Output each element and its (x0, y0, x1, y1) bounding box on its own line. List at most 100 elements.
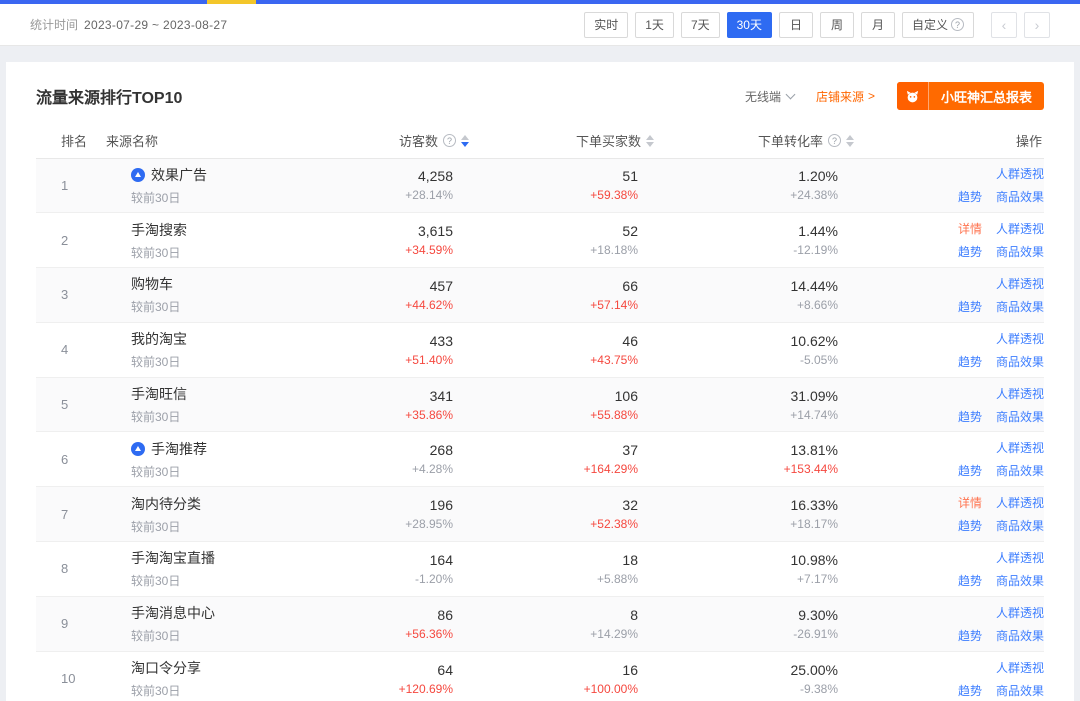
visitors-change: +44.62% (289, 298, 453, 312)
range-button-month[interactable]: 月 (861, 12, 895, 38)
visitors-value: 268 (289, 442, 453, 458)
product-effect-link[interactable]: 商品效果 (996, 243, 1044, 260)
sort-visitors[interactable] (461, 135, 469, 147)
product-effect-link[interactable]: 商品效果 (996, 462, 1044, 479)
chevron-right-icon: › (1035, 17, 1040, 33)
crowd-insight-link[interactable]: 人群透视 (996, 494, 1044, 511)
product-effect-link[interactable]: 商品效果 (996, 682, 1044, 699)
crowd-insight-link[interactable]: 人群透视 (996, 659, 1044, 676)
trend-link[interactable]: 趋势 (958, 408, 982, 425)
shop-source-link[interactable]: 店铺来源 > (816, 88, 875, 105)
buyers-value: 51 (469, 168, 638, 184)
conversion-change: +8.66% (654, 298, 838, 312)
help-icon[interactable]: ? (828, 134, 841, 147)
conversion-value: 9.30% (654, 607, 838, 623)
range-button-week[interactable]: 周 (820, 12, 854, 38)
buyers-cell: 16 +100.00% (469, 651, 654, 701)
next-date-button[interactable]: › (1024, 12, 1050, 38)
buyers-value: 8 (469, 607, 638, 623)
visitors-value: 64 (289, 662, 453, 678)
compare-label: 较前30日 (106, 682, 289, 699)
conversion-change: +7.17% (654, 572, 838, 586)
help-icon[interactable]: ? (951, 18, 964, 31)
crowd-insight-link[interactable]: 人群透视 (996, 439, 1044, 456)
source-name-cell: 淘内待分类 较前30日 (106, 487, 289, 542)
panel-header: 流量来源排行TOP10 无线端 店铺来源 > 小旺神汇总报表 (6, 62, 1074, 124)
product-effect-link[interactable]: 商品效果 (996, 572, 1044, 589)
range-button-day[interactable]: 日 (779, 12, 813, 38)
source-name: 我的淘宝 (131, 329, 187, 349)
compare-label: 较前30日 (106, 627, 289, 644)
buyers-cell: 46 +43.75% (469, 322, 654, 377)
product-effect-link[interactable]: 商品效果 (996, 517, 1044, 534)
trend-link[interactable]: 趋势 (958, 243, 982, 260)
trend-link[interactable]: 趋势 (958, 353, 982, 370)
conversion-value: 1.44% (654, 223, 838, 239)
crowd-insight-link[interactable]: 人群透视 (996, 549, 1044, 566)
report-button[interactable]: 小旺神汇总报表 (897, 82, 1044, 110)
buyers-value: 37 (469, 442, 638, 458)
trend-link[interactable]: 趋势 (958, 462, 982, 479)
buyers-cell: 66 +57.14% (469, 268, 654, 323)
product-effect-link[interactable]: 商品效果 (996, 408, 1044, 425)
range-button-1d[interactable]: 1天 (635, 12, 674, 38)
help-icon[interactable]: ? (443, 134, 456, 147)
sort-conversion[interactable] (846, 135, 854, 147)
table-body: 1 效果广告 较前30日 4,258 +28.14% 51 +59.38% 1.… (36, 158, 1044, 701)
terminal-selector[interactable]: 无线端 (745, 88, 794, 105)
col-conversion[interactable]: 下单转化率 ? (654, 124, 854, 158)
buyers-cell: 32 +52.38% (469, 487, 654, 542)
trend-link[interactable]: 趋势 (958, 682, 982, 699)
report-button-label: 小旺神汇总报表 (929, 82, 1044, 110)
col-visitors[interactable]: 访客数 ? (289, 124, 469, 158)
compare-label: 较前30日 (106, 298, 289, 315)
visitors-value: 196 (289, 497, 453, 513)
sort-buyers[interactable] (646, 135, 654, 147)
conversion-change: -9.38% (654, 682, 838, 696)
conversion-cell: 25.00% -9.38% (654, 651, 854, 701)
buyers-change: +14.29% (469, 627, 638, 641)
conversion-value: 25.00% (654, 662, 838, 678)
prev-date-button[interactable]: ‹ (991, 12, 1017, 38)
crowd-insight-link[interactable]: 人群透视 (996, 604, 1044, 621)
actions-cell: 详情 人群透视 趋势 商品效果 (854, 158, 1044, 213)
trend-link[interactable]: 趋势 (958, 572, 982, 589)
visitors-value: 164 (289, 552, 453, 568)
trend-link[interactable]: 趋势 (958, 298, 982, 315)
source-name: 手淘搜索 (131, 220, 187, 240)
product-effect-link[interactable]: 商品效果 (996, 353, 1044, 370)
range-button-realtime[interactable]: 实时 (584, 12, 628, 38)
buyers-cell: 52 +18.18% (469, 213, 654, 268)
crowd-insight-link[interactable]: 人群透视 (996, 330, 1044, 347)
panel-header-actions: 无线端 店铺来源 > 小旺神汇总报表 (745, 82, 1044, 110)
detail-link[interactable]: 详情 (958, 494, 982, 511)
conversion-cell: 31.09% +14.74% (654, 377, 854, 432)
range-button-custom[interactable]: 自定义 ? (902, 12, 974, 38)
trend-link[interactable]: 趋势 (958, 188, 982, 205)
range-button-30d[interactable]: 30天 (727, 12, 772, 38)
crowd-insight-link[interactable]: 人群透视 (996, 165, 1044, 182)
scroll-thumb[interactable] (207, 0, 256, 4)
detail-link[interactable]: 详情 (958, 220, 982, 237)
page-scroll-strip (0, 0, 1080, 4)
trend-link[interactable]: 趋势 (958, 517, 982, 534)
visitors-change: +4.28% (289, 462, 453, 476)
trend-link[interactable]: 趋势 (958, 627, 982, 644)
conversion-value: 31.09% (654, 388, 838, 404)
range-button-7d[interactable]: 7天 (681, 12, 720, 38)
crowd-insight-link[interactable]: 人群透视 (996, 220, 1044, 237)
col-conversion-label: 下单转化率 (758, 131, 823, 150)
product-effect-link[interactable]: 商品效果 (996, 627, 1044, 644)
stat-time: 统计时间2023-07-29 ~ 2023-08-27 (30, 16, 227, 33)
product-effect-link[interactable]: 商品效果 (996, 298, 1044, 315)
crowd-insight-link[interactable]: 人群透视 (996, 275, 1044, 292)
col-buyers[interactable]: 下单买家数 (469, 124, 654, 158)
crowd-insight-link[interactable]: 人群透视 (996, 385, 1044, 402)
rank-cell: 7 (36, 487, 106, 542)
source-name-cell: 我的淘宝 较前30日 (106, 322, 289, 377)
source-name: 购物车 (131, 274, 173, 294)
col-source-name: 来源名称 (106, 124, 289, 158)
visitors-value: 457 (289, 278, 453, 294)
product-effect-link[interactable]: 商品效果 (996, 188, 1044, 205)
buyers-value: 46 (469, 333, 638, 349)
